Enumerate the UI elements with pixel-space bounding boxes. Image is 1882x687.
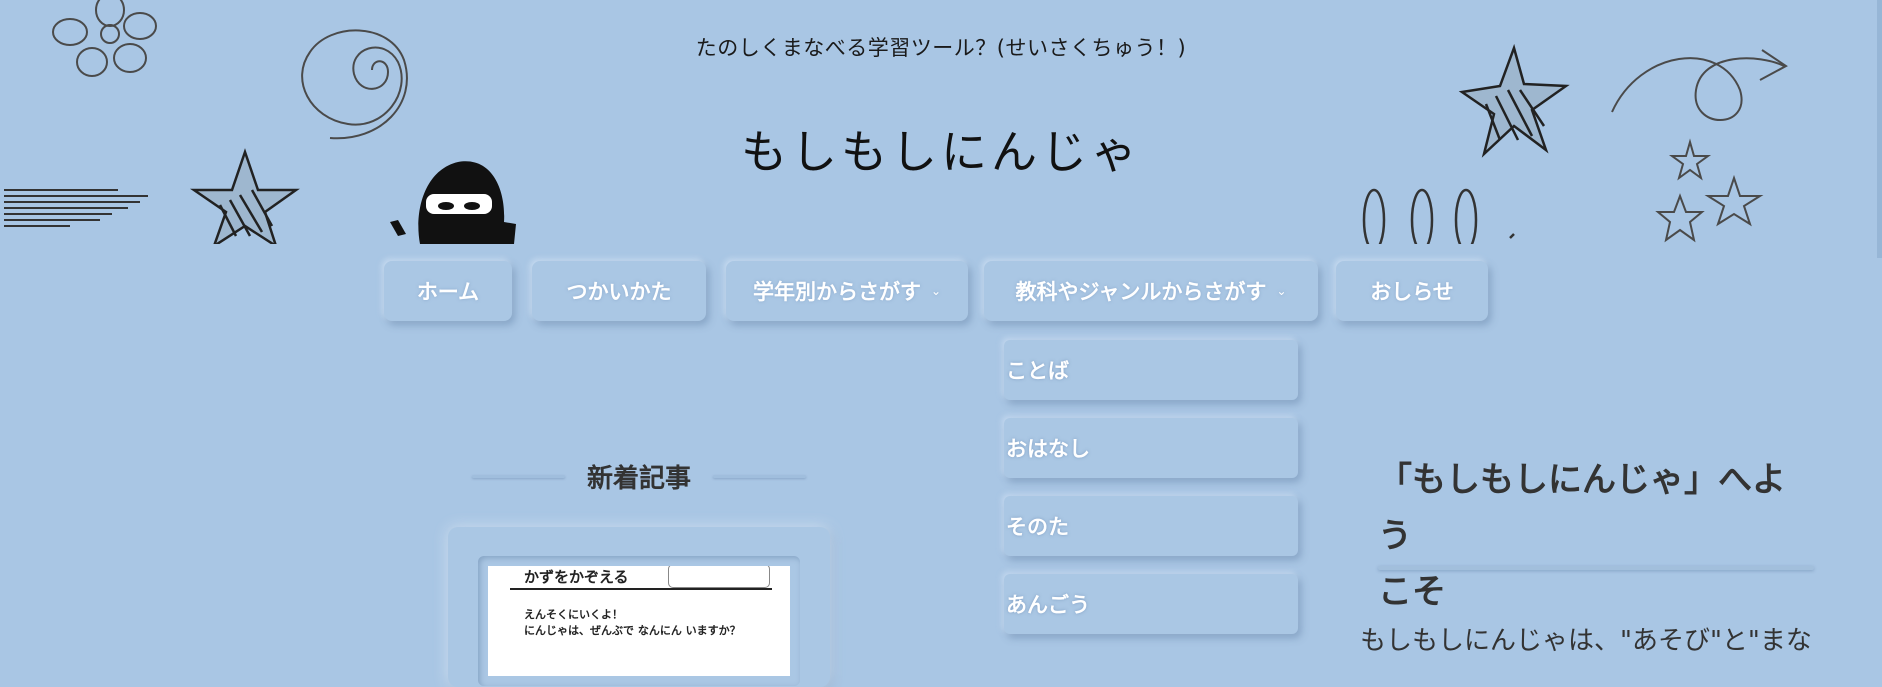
intro-text: もしもしにんじゃは、"あそび"と"まな xyxy=(1360,626,1812,656)
dropdown-item-angou[interactable]: あんごう xyxy=(1004,574,1298,634)
dropdown-label: おはなし xyxy=(1006,437,1090,461)
site-tagline: たのしくまなべる学習ツール？(せいさくちゅう！) xyxy=(695,36,1187,60)
nav-label: おしらせ xyxy=(1370,280,1454,304)
nav-label: 学年別からさがす xyxy=(752,280,921,304)
speed-lines-icon xyxy=(4,189,148,227)
nav-news[interactable]: おしらせ xyxy=(1336,261,1488,321)
chevron-down-icon: ⌄ xyxy=(930,284,942,298)
dropdown-item-ohanashi[interactable]: おはなし xyxy=(1004,418,1298,478)
widget-title-text: 新着記事 xyxy=(587,463,692,494)
nav-label: つかいかた xyxy=(566,280,672,304)
thumb-rule xyxy=(510,588,772,590)
site-header: たのしくまなべる学習ツール？(せいさくちゅう！) もしもしにんじゃ xyxy=(0,0,1882,244)
thumb-heading: かずをかぞえる xyxy=(524,568,629,586)
nav-usage[interactable]: つかいかた xyxy=(532,261,706,321)
site-title[interactable]: もしもしにんじゃ xyxy=(0,116,1882,182)
dropdown-item-sonota[interactable]: そのた xyxy=(1004,496,1298,556)
new-posts-widget-title: 新着記事 xyxy=(472,456,807,496)
nav-by-grade[interactable]: 学年別からさがす ⌄ xyxy=(726,261,968,321)
scrollbar[interactable] xyxy=(1877,0,1882,258)
divider xyxy=(713,474,807,478)
nav-label: 教科やジャンルからさがす xyxy=(1015,280,1267,304)
thumb-line: にんじゃは、ぜんぶで なんにん いますか？ xyxy=(524,624,741,637)
welcome-heading-line: こそ xyxy=(1378,572,1446,612)
divider xyxy=(472,474,565,478)
post-thumbnail[interactable]: かずをかぞえる えんそくにいくよ！ にんじゃは、ぜんぶで なんにん いますか？ xyxy=(488,566,790,676)
dropdown-label: そのた xyxy=(1006,515,1069,539)
thumb-line: えんそくにいくよ！ xyxy=(524,608,623,621)
heading-underline xyxy=(1378,566,1814,570)
dropdown-label: あんごう xyxy=(1006,593,1090,617)
dropdown-item-kotoba[interactable]: ことば xyxy=(1004,340,1298,400)
ovals-icon xyxy=(1362,188,1515,244)
dropdown-label: ことば xyxy=(1006,359,1069,383)
nav-label: ホーム xyxy=(416,280,480,304)
chevron-down-icon: ⌄ xyxy=(1276,284,1287,298)
thumb-badge xyxy=(668,566,770,588)
nav-by-subject[interactable]: 教科やジャンルからさがす ⌄ xyxy=(984,261,1318,321)
nav-home[interactable]: ホーム xyxy=(384,261,512,321)
welcome-heading-line: 「もしもしにんじゃ」へよう xyxy=(1378,460,1786,556)
welcome-heading: 「もしもしにんじゃ」へよう こそ xyxy=(1378,452,1818,620)
